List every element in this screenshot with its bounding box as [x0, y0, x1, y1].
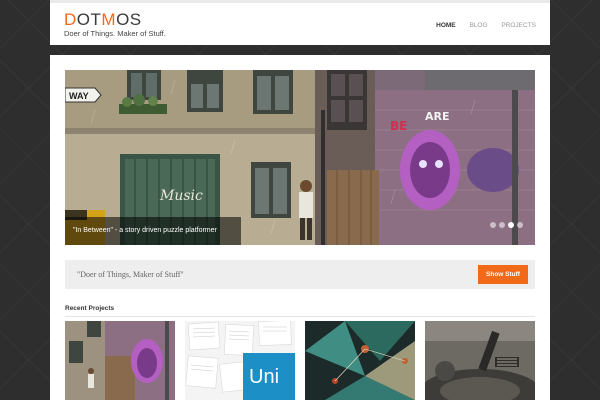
slide-caption: "In Between" - a story driven puzzle pla… [65, 217, 241, 245]
callout-bar: "Doer of Things, Maker of Stuff" Show St… [65, 260, 535, 289]
svg-text:WAY: WAY [69, 91, 89, 101]
callout-text: "Doer of Things, Maker of Stuff" [77, 270, 184, 279]
svg-text:BE: BE [390, 119, 407, 133]
project-thumbnail-3[interactable] [305, 321, 415, 400]
logo-letters-os: OS [116, 10, 142, 29]
project-thumbnail-2[interactable]: Uni [185, 321, 295, 400]
logo-letter-m: M [101, 10, 117, 29]
geometric-shapes-thumbnail-icon [305, 321, 415, 400]
svg-text:Uni: Uni [249, 366, 279, 388]
slider-dot-4[interactable] [517, 222, 523, 228]
project-thumbnail-1[interactable] [65, 321, 175, 400]
svg-text:ARE: ARE [425, 110, 450, 123]
logo-letter-d: D [64, 10, 77, 29]
newspaper-collage-thumbnail-icon: Uni [185, 321, 295, 400]
svg-text:Music: Music [159, 188, 203, 204]
slider-dot-2[interactable] [499, 222, 505, 228]
site-logo[interactable]: DOTMOS [64, 11, 142, 29]
slider-dot-3[interactable] [508, 222, 514, 228]
nav-blog[interactable]: BLOG [469, 22, 487, 29]
nav-projects[interactable]: PROJECTS [501, 22, 536, 29]
site-header: DOTMOS Doer of Things. Maker of Stuff. H… [50, 0, 550, 45]
machine-render-thumbnail-icon [425, 321, 535, 400]
project-thumbnail-4[interactable] [425, 321, 535, 400]
recent-projects-grid: Uni [65, 321, 535, 400]
hero-slider[interactable]: WAY Music BE ARE "In Between" - a story … [65, 70, 535, 245]
recent-projects-heading: Recent Projects [65, 305, 115, 312]
site-tagline: Doer of Things. Maker of Stuff. [64, 29, 166, 38]
main-content: WAY Music BE ARE "In Between" - a story … [50, 55, 550, 400]
main-nav: HOME BLOG PROJECTS [424, 22, 536, 29]
section-divider [65, 316, 535, 317]
show-stuff-button[interactable]: Show Stuff [478, 265, 528, 284]
street-game-thumbnail-icon [65, 321, 175, 400]
slider-dot-1[interactable] [490, 222, 496, 228]
nav-home[interactable]: HOME [436, 22, 456, 29]
logo-letters-ot: OT [76, 10, 102, 29]
slider-pagination [487, 215, 523, 233]
